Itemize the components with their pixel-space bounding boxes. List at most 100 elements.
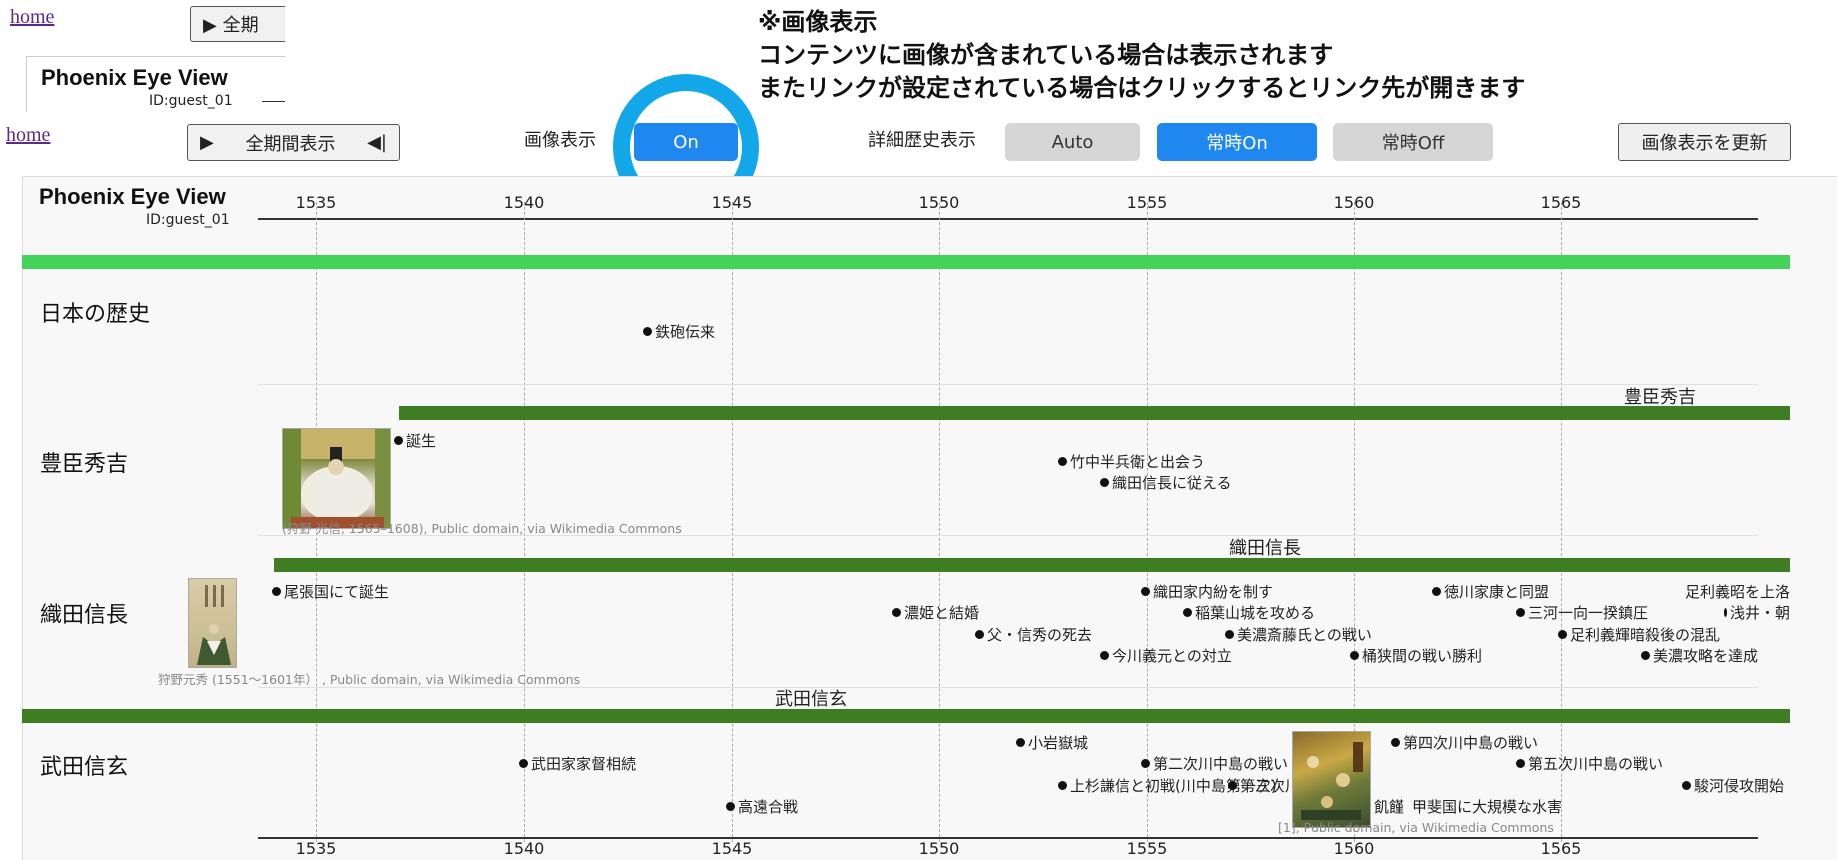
event-shingen-8[interactable]: 第五次川中島の戦い [1516, 753, 1663, 774]
event-dot [1225, 630, 1234, 639]
lifespan-bar-nobunaga[interactable] [274, 558, 1790, 572]
event-nobunaga-5[interactable]: 稲葉山城を攻める [1183, 602, 1315, 623]
event-nobunaga-7[interactable]: 今川義元との対立 [1100, 645, 1232, 666]
event-hideyoshi-2[interactable]: 竹中半兵衛と出会う [1058, 451, 1205, 472]
event-label: 足利義輝暗殺後の混乱 [1570, 626, 1721, 644]
event-japan-1[interactable]: 鉄砲伝来 [643, 321, 715, 342]
event-nobunaga-6[interactable]: 美濃斎藤氏との戦い [1225, 624, 1372, 645]
event-nobunaga-4[interactable]: 織田家内紛を制す [1141, 581, 1273, 602]
detail-always-off-button[interactable]: 常時Off [1333, 123, 1493, 161]
hideyoshi-image-credit: (狩野 光信, 1565–1608), Public domain, via W… [282, 521, 682, 536]
row-label-hideyoshi: 豊臣秀吉 [40, 452, 129, 477]
lifespan-bar-hideyoshi[interactable] [399, 406, 1790, 420]
event-label: 濃姫と結婚 [904, 604, 980, 622]
event-dot [1516, 759, 1525, 768]
event-dot [1432, 587, 1441, 596]
nobunaga-image-credit: 狩野元秀 (1551～1601年） , Public domain, via W… [158, 672, 581, 687]
event-hideyoshi-3[interactable]: 織田信長に従える [1100, 472, 1232, 493]
event-label: 小岩嶽城 [1028, 734, 1089, 752]
event-dot [1100, 478, 1109, 487]
bottom-axis-line [258, 837, 1758, 839]
event-dot [519, 759, 528, 768]
event-shingen-6[interactable]: 高遠合戦 [726, 796, 798, 817]
event-label: 稲葉山城を攻める [1195, 604, 1316, 622]
bottom-tick-1535: 1535 [295, 839, 337, 858]
image-display-label: 画像表示 [524, 130, 596, 151]
note-line-2: コンテンツに画像が含まれている場合は表示されます [758, 41, 1334, 69]
event-shingen-3[interactable]: 第二次川中島の戦い [1141, 753, 1288, 774]
event-dot [726, 802, 735, 811]
event-dot [643, 327, 652, 336]
event-dot [394, 436, 403, 445]
row-label-japan-history: 日本の歴史 [40, 302, 151, 327]
bar-label-nobunaga: 織田信長 [1229, 538, 1301, 559]
event-hideyoshi-1[interactable]: 誕生 [394, 430, 436, 451]
event-dot [1016, 738, 1025, 747]
overall-period-bar[interactable] [22, 255, 1790, 269]
note-line-3: またリンクが設定されている場合はクリックするとリンク先が開きます [758, 74, 1526, 102]
hideyoshi-portrait-image[interactable] [282, 428, 391, 529]
row-label-shingen: 武田信玄 [40, 755, 129, 780]
event-label: 桶狭間の戦い勝利 [1362, 647, 1483, 665]
bg-period-button[interactable]: ▶ 全期 [190, 6, 285, 42]
event-dot [1228, 781, 1237, 790]
background-page-crop: home ▶ 全期 Phoenix Eye View ID:guest_01 [0, 0, 285, 112]
event-nobunaga-8[interactable]: 桶狭間の戦い勝利 [1350, 645, 1482, 666]
event-dot [975, 630, 984, 639]
event-label: 美濃斎藤氏との戦い [1237, 626, 1372, 644]
event-dot [1141, 587, 1150, 596]
event-label: 三河一向一揆鎮圧 [1528, 604, 1649, 622]
period-button[interactable]: ▶ 全期間表示 ◀| [187, 124, 400, 161]
detail-auto-button[interactable]: Auto [1005, 123, 1140, 161]
event-label: 父・信秀の死去 [987, 626, 1093, 644]
event-shingen-10[interactable]: 甲斐国に大規模な水害 [1412, 796, 1562, 817]
shingen-battle-image[interactable] [1292, 731, 1371, 828]
row-label-nobunaga: 織田信長 [40, 603, 129, 628]
event-shingen-7[interactable]: 第四次川中島の戦い [1391, 732, 1538, 753]
event-dot [892, 608, 901, 617]
event-dot [1350, 651, 1359, 660]
event-label: 織田家内紛を制す [1153, 583, 1274, 601]
event-dot [1558, 630, 1567, 639]
event-dot [1058, 457, 1067, 466]
event-nobunaga-14[interactable]: 浅井・朝 [1724, 602, 1790, 623]
event-nobunaga-12[interactable]: 美濃攻略を達成 [1641, 645, 1758, 666]
detail-history-label: 詳細歴史表示 [868, 130, 976, 151]
bg-axis-line [262, 101, 285, 102]
event-shingen-11[interactable]: 駿河侵攻開始 [1682, 775, 1784, 796]
step-back-icon: ◀| [367, 132, 387, 153]
event-nobunaga-1[interactable]: 尾張国にて誕生 [272, 581, 389, 602]
bottom-tick-1540: 1540 [503, 839, 545, 858]
event-nobunaga-2[interactable]: 濃姫と結婚 [892, 602, 979, 623]
lifespan-bar-shingen[interactable] [22, 709, 1790, 723]
grid-line-1550 [939, 202, 940, 842]
nobunaga-portrait-image[interactable] [188, 578, 237, 668]
event-nobunaga-13[interactable]: 足利義昭を上洛 [1682, 581, 1790, 602]
bg-title-box: Phoenix Eye View ID:guest_01 [26, 56, 285, 112]
event-nobunaga-10[interactable]: 三河一向一揆鎮圧 [1516, 602, 1648, 623]
event-shingen-2[interactable]: 武田家家督相続 [519, 753, 636, 774]
event-shingen-1[interactable]: 小岩嶽城 [1016, 732, 1088, 753]
event-label: 誕生 [406, 432, 437, 450]
event-label: 尾張国にて誕生 [284, 583, 390, 601]
event-dot [272, 587, 281, 596]
event-label: 第四次川中島の戦い [1403, 734, 1539, 752]
event-label: 足利義昭を上洛 [1685, 583, 1790, 601]
bottom-tick-1565: 1565 [1540, 839, 1582, 858]
event-nobunaga-3[interactable]: 父・信秀の死去 [975, 624, 1092, 645]
home-link[interactable]: home [6, 124, 50, 147]
event-nobunaga-9[interactable]: 徳川家康と同盟 [1432, 581, 1549, 602]
event-dot [1100, 651, 1109, 660]
refresh-images-button[interactable]: 画像表示を更新 [1618, 123, 1791, 161]
event-label: 武田家家督相続 [531, 755, 637, 773]
play-icon: ▶ [200, 132, 214, 153]
event-shingen-5[interactable]: 第三次川 [1228, 775, 1300, 796]
detail-always-on-button[interactable]: 常時On [1157, 123, 1317, 161]
event-dot [1516, 608, 1525, 617]
event-nobunaga-11[interactable]: 足利義輝暗殺後の混乱 [1558, 624, 1720, 645]
event-label: 浅井・朝 [1729, 604, 1790, 622]
panel-app-id: ID:guest_01 [146, 212, 230, 228]
top-axis-line [258, 218, 1758, 220]
bg-home-link[interactable]: home [10, 6, 54, 29]
event-label: 徳川家康と同盟 [1444, 583, 1550, 601]
